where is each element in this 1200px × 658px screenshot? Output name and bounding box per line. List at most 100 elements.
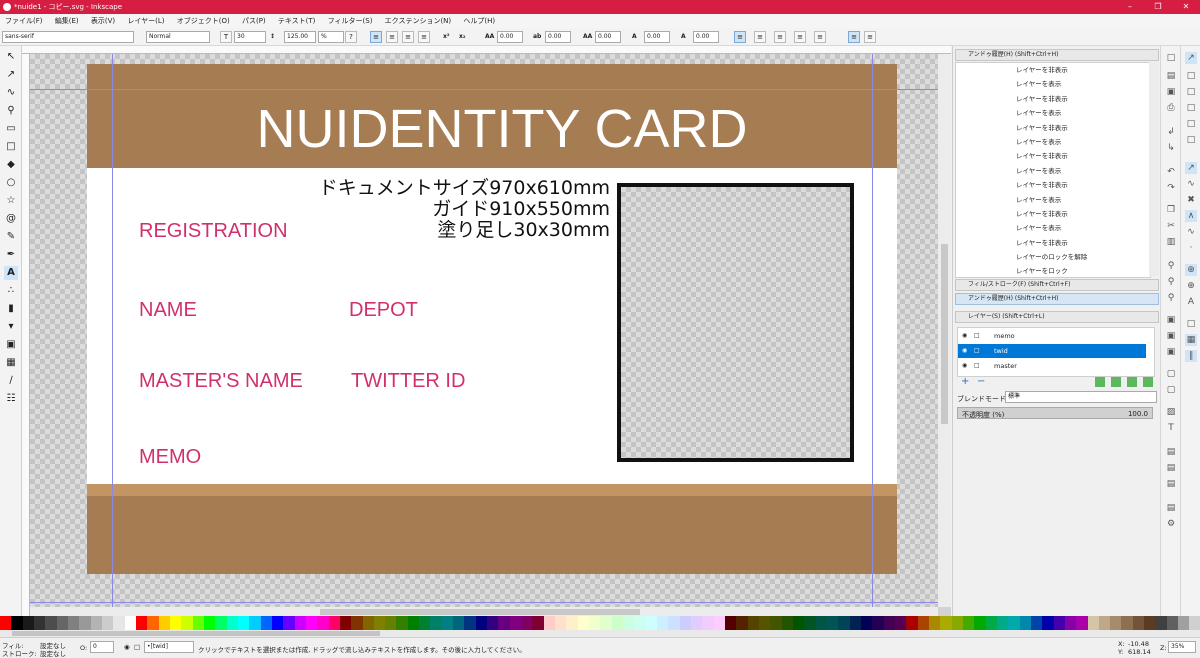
palette-swatch[interactable] [113,616,125,630]
undo-history-header[interactable]: アンドゥ履歴(H) (Shift+Ctrl+H) [955,49,1159,61]
text-font-icon[interactable]: T [1165,422,1177,434]
open-file-icon[interactable]: ▤ [1165,70,1177,82]
word-spacing-input[interactable]: 0.00 [545,31,571,43]
history-item[interactable]: レイヤーを表示 [956,77,1150,91]
rotation-input[interactable]: 0.00 [693,31,719,43]
copy-icon[interactable]: ❐ [1165,204,1177,216]
palette-swatch[interactable] [441,616,454,630]
palette-swatch[interactable] [702,616,714,630]
name-label[interactable]: NAME [139,299,197,321]
twitter-id-label[interactable]: TWITTER ID [351,370,465,392]
pen-tool-icon[interactable]: ✒ [4,248,18,262]
palette-swatch[interactable] [192,616,204,630]
writing-mode-vertical-button[interactable]: ≡ [754,31,766,43]
text-tool-icon[interactable]: A [4,266,18,280]
palette-swatch[interactable] [33,616,46,630]
snap-page-border-icon[interactable]: □ [1185,318,1197,330]
palette-swatch[interactable] [906,616,918,630]
palette-swatch[interactable] [1042,616,1054,630]
bucket-tool-icon[interactable]: ▾ [4,320,18,334]
palette-swatch[interactable] [294,616,306,630]
eye-icon[interactable]: ◉ [962,344,967,358]
history-item[interactable]: レイヤーを表示 [956,135,1150,149]
palette-swatch[interactable] [883,616,895,630]
history-item[interactable]: レイヤーを非表示 [956,149,1150,163]
palette-swatch[interactable] [1155,616,1167,630]
palette-swatch[interactable] [792,616,805,630]
align-left-button[interactable]: ≡ [370,31,382,43]
palette-swatch[interactable] [872,616,884,630]
palette-swatch[interactable] [283,616,295,630]
palette-swatch[interactable] [962,616,975,630]
current-layer-select[interactable]: •[twid] [144,641,194,653]
letter-spacing-input[interactable]: 0.00 [497,31,523,43]
undo-history-list[interactable]: レイヤーを非表示 レイヤーを表示 レイヤーを非表示 レイヤーを表示 レイヤーを非… [955,62,1151,278]
palette-swatch[interactable] [532,616,544,630]
palette-swatch[interactable] [339,616,352,630]
history-item[interactable]: レイヤーをロック [956,264,1150,277]
palette-swatch[interactable] [351,616,363,630]
palette-swatch[interactable] [589,616,601,630]
palette-swatch[interactable] [249,616,261,630]
selector-tool-icon[interactable]: ↖ [4,50,18,64]
palette-swatch[interactable] [1132,616,1145,630]
snap-bbox-icon[interactable]: □ [1185,70,1197,82]
gradient-tool-icon[interactable]: ▣ [4,338,18,352]
stroke-value[interactable]: 設定なし [40,648,66,658]
guide-line-right[interactable] [872,54,873,607]
palette-swatch[interactable] [1030,616,1043,630]
palette-swatch[interactable] [1189,616,1200,630]
palette-swatch[interactable] [826,616,839,630]
zoom-page-icon[interactable]: ⚲ [1165,292,1177,304]
xml-editor-icon[interactable]: ▤ [1165,462,1177,474]
font-size-input[interactable]: 30 [234,31,266,43]
minimize-icon[interactable]: – [1116,0,1144,14]
eye-icon[interactable]: ◉ [962,329,967,343]
card-title[interactable]: NUIDENTITY CARD [87,98,917,160]
palette-swatch[interactable] [555,616,567,630]
star-tool-icon[interactable]: ☆ [4,194,18,208]
history-item[interactable]: レイヤーを非表示 [956,236,1150,250]
palette-scrollbar[interactable] [0,630,1200,637]
palette-swatch[interactable] [577,616,590,630]
raise-layer-icon[interactable] [1111,377,1121,387]
layer-visibility-icon[interactable]: ◉ [124,643,130,651]
new-document-icon[interactable]: □ [1165,52,1177,64]
text-orientation-button[interactable]: ≡ [774,31,786,43]
snap-text-baseline-icon[interactable]: A [1185,296,1197,308]
palette-swatch[interactable] [373,616,386,630]
palette-swatch[interactable] [838,616,850,630]
palette-swatch[interactable] [181,616,193,630]
palette-swatch[interactable] [611,616,624,630]
mesh-tool-icon[interactable]: ▦ [4,356,18,370]
history-scrollbar[interactable] [1149,62,1159,276]
palette-swatch[interactable] [940,616,952,630]
snap-grid-icon[interactable]: ▦ [1185,334,1197,346]
lock-icon[interactable]: □ [974,359,980,373]
palette-swatch[interactable] [1144,616,1156,630]
lock-icon[interactable]: □ [974,344,980,358]
palette-swatch[interactable] [668,616,680,630]
palette-swatch[interactable] [894,616,907,630]
preferences-icon[interactable]: ⚙ [1165,518,1177,530]
snap-bbox-midpoint-icon[interactable]: □ [1185,118,1197,130]
palette-swatch[interactable] [169,616,182,630]
line-spacing-unit-select[interactable]: % [318,31,344,43]
palette-swatch[interactable] [101,616,114,630]
snap-cusp-icon[interactable]: ∧ [1185,210,1197,222]
history-item[interactable]: レイヤーのロックを解除 [956,250,1150,264]
snap-object-center-icon[interactable]: ⊕ [1185,264,1197,276]
zoom-drawing-icon[interactable]: ⚲ [1165,276,1177,288]
layers-list[interactable]: ◉ □ memo ◉ □ twid ◉ □ master [957,327,1155,377]
palette-swatch[interactable] [849,616,861,630]
history-item[interactable]: レイヤーを非表示 [956,178,1150,192]
palette-swatch[interactable] [951,616,963,630]
line-spacing-input[interactable]: 125.00 [284,31,316,43]
palette-swatch[interactable] [509,616,522,630]
palette-swatch[interactable] [362,616,374,630]
palette-swatch[interactable] [147,616,159,630]
palette-swatch[interactable] [974,616,986,630]
rect-tool-icon[interactable]: □ [4,140,18,154]
palette-swatch[interactable] [725,616,737,630]
lower-to-bottom-icon[interactable] [1143,377,1153,387]
